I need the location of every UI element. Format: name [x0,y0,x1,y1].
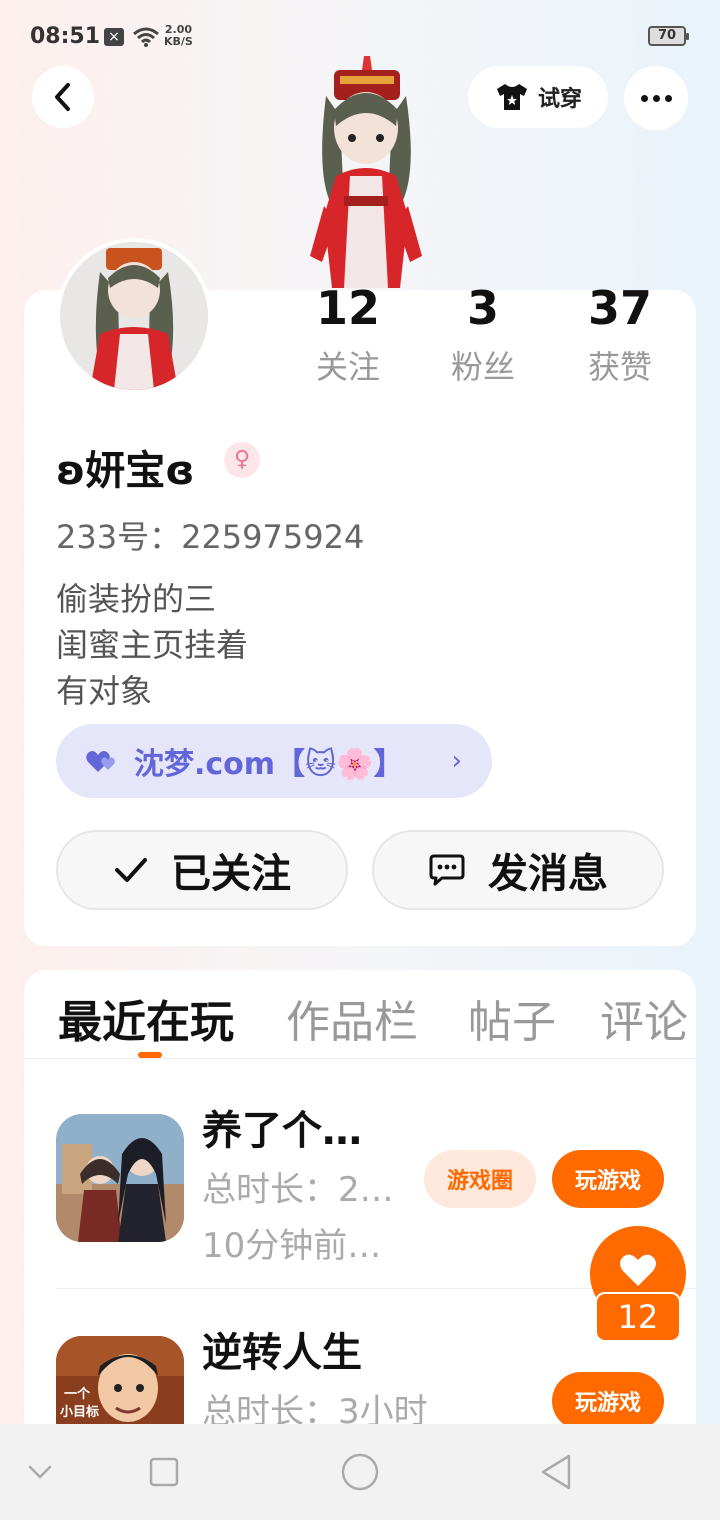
nav-recents-button[interactable] [140,1448,188,1496]
game-duration: 总时长：2… [202,1170,394,1210]
more-dot-icon [652,94,660,102]
user-id: 233号：225975924 [56,518,365,556]
following-button-label: 已关注 [171,851,291,897]
nav-back-button[interactable] [532,1448,580,1496]
notification-x-icon: × [104,28,124,46]
stat-following-label: 关注 [315,348,380,386]
tshirt-icon [496,84,527,110]
battery-icon: 70 [648,26,689,46]
try-on-button[interactable]: 试穿 [468,66,608,128]
stat-likes[interactable]: 37 获赞 [560,280,680,392]
triangle-back-icon [541,1454,571,1490]
heart-icon [620,1254,656,1286]
stat-following[interactable]: 12 关注 [288,280,408,392]
more-dot-icon [640,94,648,102]
game-title: 逆转人生 [202,1330,362,1376]
network-speed: 2.00 KB/S [164,24,193,48]
more-dot-icon [664,94,672,102]
avatar[interactable] [56,238,212,394]
game-cover-image [56,1114,184,1242]
double-heart-icon [86,751,115,772]
following-button[interactable]: 已关注 [56,830,348,910]
system-nav-bar [0,1424,720,1520]
nickname: ʚ妍宝ɞ [56,448,195,494]
bio-line: 偷装扮的三 [56,580,217,618]
wifi-icon [133,27,159,47]
game-title: 养了个… [202,1108,362,1154]
game-circle-button[interactable]: 游戏圈 [424,1150,536,1208]
network-speed-unit: KB/S [164,35,193,48]
relationship-pill[interactable]: 沈梦.com【🐱🌸】 › [56,724,492,798]
female-icon: ♀ [224,442,260,478]
chat-bubble-icon [429,854,465,886]
status-time: 08:51 [30,24,101,49]
bio: 偷装扮的三 闺蜜主页挂着 有对象 [56,576,248,714]
chevron-left-icon [55,83,70,111]
back-button[interactable] [32,66,94,128]
chevron-right-icon: › [451,746,462,776]
stat-following-count: 12 [315,281,380,335]
square-icon [149,1457,179,1487]
check-icon [115,858,147,882]
tab-works[interactable]: 作品栏 [286,986,418,1050]
chevron-down-icon [28,1465,52,1479]
stat-fans-label: 粉丝 [450,348,515,386]
avatar-character-figure[interactable] [296,56,436,292]
bio-line: 有对象 [56,672,153,710]
more-options-button[interactable] [624,66,688,130]
tab-comments[interactable]: 评论 [600,986,688,1050]
try-on-label: 试穿 [537,87,582,112]
play-game-button[interactable]: 玩游戏 [552,1372,664,1430]
tab-posts[interactable]: 帖子 [468,986,556,1050]
game-icon[interactable] [56,1114,184,1242]
relationship-pill-label: 沈梦.com【🐱🌸】 [134,747,404,782]
stat-fans-count: 3 [466,281,499,335]
like-count-badge: 12 [595,1292,681,1342]
bio-line: 闺蜜主页挂着 [56,626,249,664]
send-message-label: 发消息 [488,851,608,897]
game-cover-text: 小目标 [60,1404,99,1420]
tab-recently-played[interactable]: 最近在玩 [58,986,234,1050]
stat-likes-count: 37 [587,281,652,335]
send-message-button[interactable]: 发消息 [372,830,664,910]
circle-icon [341,1453,379,1491]
nav-collapse-button[interactable] [16,1448,64,1496]
avatar-image [60,242,208,390]
divider [24,1058,696,1059]
stat-fans[interactable]: 3 粉丝 [423,280,543,392]
play-game-button[interactable]: 玩游戏 [552,1150,664,1208]
stat-likes-label: 获赞 [587,348,652,386]
game-last-played: 10分钟前… [202,1226,382,1266]
nav-home-button[interactable] [336,1448,384,1496]
game-cover-text: 一个 [64,1386,91,1402]
